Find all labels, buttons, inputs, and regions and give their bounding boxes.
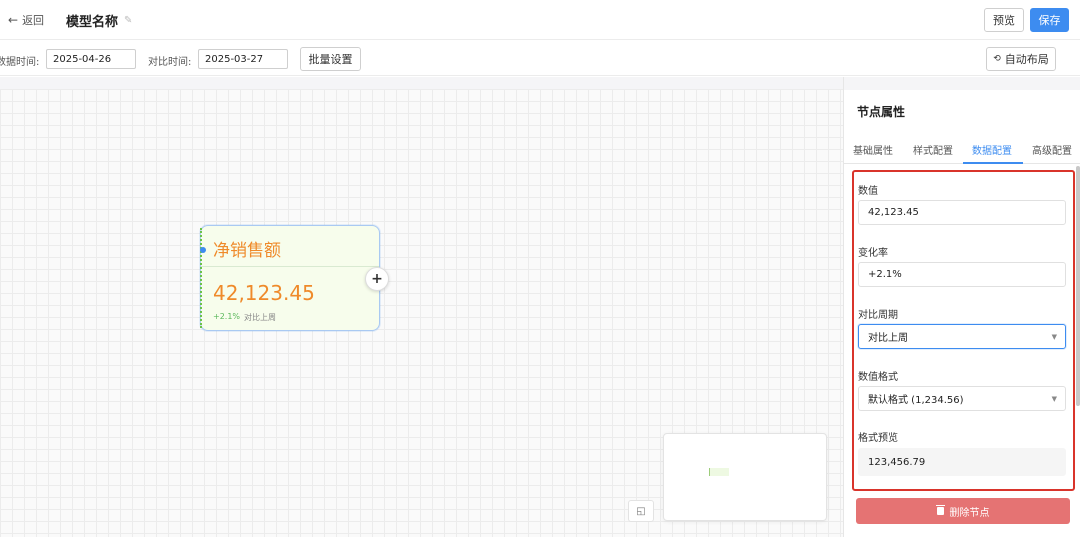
top-header: ← 返回 模型名称 ✎ 预览 保存 <box>0 0 1080 40</box>
tab-basic-properties[interactable]: 基础属性 <box>853 142 893 157</box>
batch-settings-button[interactable]: 批量设置 <box>300 47 361 71</box>
number-format-value: 默认格式 (1,234.56) <box>868 395 964 406</box>
format-preview-label: 格式预览 <box>858 433 898 444</box>
canvas-top-strip <box>0 77 843 89</box>
save-button[interactable]: 保存 <box>1030 8 1069 32</box>
compare-period-value: 对比上周 <box>868 333 908 344</box>
node-value: 42,123.45 <box>213 281 315 305</box>
data-config-form: 数值 42,123.45 变化率 +2.1% 对比周期 对比上周 ▼ 数值格式 … <box>852 170 1075 491</box>
page-title: 模型名称 ✎ <box>66 11 132 30</box>
edit-icon[interactable]: ✎ <box>124 15 132 26</box>
toolbar: 数据时间: 2025-04-26 对比时间: 2025-03-27 批量设置 ⟲… <box>0 41 1080 76</box>
node-divider <box>201 266 379 267</box>
minimap[interactable] <box>663 433 827 521</box>
compare-time-input[interactable]: 2025-03-27 <box>198 49 288 69</box>
compare-period-select[interactable]: 对比上周 ▼ <box>858 324 1066 349</box>
compare-time-label: 对比时间: <box>148 57 192 68</box>
add-child-node-button[interactable]: + <box>365 267 389 291</box>
value-label: 数值 <box>858 186 878 197</box>
back-label: 返回 <box>22 14 45 27</box>
number-format-select[interactable]: 默认格式 (1,234.56) ▼ <box>858 386 1066 411</box>
number-format-label: 数值格式 <box>858 372 898 383</box>
panel-tabs: 基础属性 样式配置 数据配置 高级配置 <box>844 132 1080 164</box>
auto-layout-label: 自动布局 <box>1004 53 1049 66</box>
data-time-label: 数据时间: <box>0 57 40 68</box>
compare-period-label: 对比周期 <box>858 310 898 321</box>
change-rate-label: 变化率 <box>858 248 888 259</box>
node-change-rate: +2.1% <box>213 312 241 321</box>
delete-node-label: 删除节点 <box>949 507 990 519</box>
properties-panel: 节点属性 基础属性 样式配置 数据配置 高级配置 数值 42,123.45 变化… <box>843 90 1080 537</box>
format-preview-value: 123,456.79 <box>858 448 1066 476</box>
delete-node-button[interactable]: 删除节点 <box>856 498 1070 524</box>
chevron-down-icon: ▼ <box>1051 395 1057 403</box>
change-rate-input[interactable]: +2.1% <box>858 262 1066 287</box>
panel-title: 节点属性 <box>857 105 906 119</box>
panel-scrollbar[interactable] <box>1076 166 1080 406</box>
arrow-left-icon: ← <box>8 13 19 27</box>
active-tab-indicator <box>963 162 1023 164</box>
node-compare-period: 对比上周 <box>244 313 276 322</box>
auto-layout-button[interactable]: ⟲ 自动布局 <box>986 47 1056 71</box>
refresh-icon: ⟲ <box>993 54 1001 64</box>
minimap-node <box>709 468 729 476</box>
preview-button[interactable]: 预览 <box>984 8 1024 32</box>
data-time-input[interactable]: 2025-04-26 <box>46 49 136 69</box>
value-input[interactable]: 42,123.45 <box>858 200 1066 225</box>
tab-advanced-config[interactable]: 高级配置 <box>1032 142 1072 157</box>
model-title: 模型名称 <box>66 15 119 30</box>
trash-icon <box>935 505 945 515</box>
node-title: 净销售额 <box>213 241 281 261</box>
tab-style-config[interactable]: 样式配置 <box>913 142 953 157</box>
minimap-toggle-icon[interactable]: ◱ <box>628 500 654 522</box>
node-anchor-handle[interactable] <box>200 247 206 253</box>
metric-node[interactable]: 净销售额 42,123.45 +2.1% 对比上周 <box>200 225 380 331</box>
chevron-down-icon: ▼ <box>1051 333 1057 341</box>
tab-data-config[interactable]: 数据配置 <box>972 142 1012 157</box>
panel-top-strip <box>843 77 1080 90</box>
back-button[interactable]: ← 返回 <box>8 12 44 28</box>
node-connector-line <box>200 228 202 328</box>
